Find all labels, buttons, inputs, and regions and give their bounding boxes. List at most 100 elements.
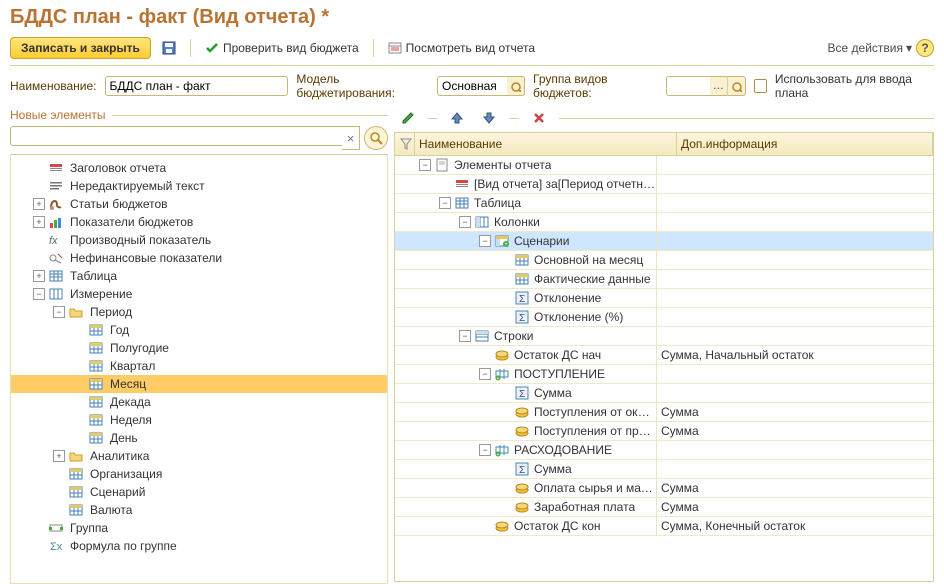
tree-item[interactable]: Валюта <box>11 501 387 519</box>
model-lookup-button[interactable] <box>507 76 525 96</box>
all-actions-menu[interactable]: Все действия ▾ <box>828 41 913 55</box>
expander[interactable]: − <box>459 216 471 228</box>
tree-item[interactable]: Сценарий <box>11 483 387 501</box>
tree-item-label: Валюта <box>88 503 132 517</box>
row-name: Поступления от оказа... <box>534 405 656 419</box>
tree-item[interactable]: День <box>11 429 387 447</box>
table-row[interactable]: −ПОСТУПЛЕНИЕ <box>395 365 933 384</box>
tree-item[interactable]: Декада <box>11 393 387 411</box>
delete-button[interactable] <box>525 108 553 128</box>
table-row[interactable]: Заработная платаСумма <box>395 498 933 517</box>
table-row[interactable]: Основной на месяц <box>395 251 933 270</box>
expander[interactable]: − <box>479 235 491 247</box>
check-budget-button[interactable]: Проверить вид бюджета <box>198 38 366 58</box>
tree-item[interactable]: Нередактируемый текст <box>11 177 387 195</box>
move-up-button[interactable] <box>443 108 471 128</box>
tree-item[interactable]: Год <box>11 321 387 339</box>
sigma-icon <box>514 309 530 325</box>
col-info-header[interactable]: Доп.информация <box>677 133 933 155</box>
model-input[interactable] <box>437 76 507 96</box>
table-row[interactable]: −Строки <box>395 327 933 346</box>
elements-tree[interactable]: Заголовок отчета Нередактируемый текст +Ст… <box>10 154 388 584</box>
clear-search-button[interactable]: × <box>342 126 360 150</box>
table-row[interactable]: Фактические данные <box>395 270 933 289</box>
expander[interactable]: + <box>53 450 65 462</box>
table-row[interactable]: Поступления от оказа...Сумма <box>395 403 933 422</box>
expander[interactable]: − <box>53 306 65 318</box>
expander[interactable]: − <box>419 159 431 171</box>
group-input[interactable] <box>666 76 710 96</box>
table-row[interactable]: Отклонение (%) <box>395 308 933 327</box>
tree-item[interactable]: +Аналитика <box>11 447 387 465</box>
tree-item[interactable]: +Таблица <box>11 267 387 285</box>
tree-item[interactable]: +Статьи бюджетов <box>11 195 387 213</box>
tree-item[interactable]: Заголовок отчета <box>11 159 387 177</box>
tree-item[interactable]: Полугодие <box>11 339 387 357</box>
save-button[interactable] <box>155 38 183 58</box>
tree-item[interactable]: +Показатели бюджетов <box>11 213 387 231</box>
use-for-input-checkbox[interactable] <box>754 79 767 93</box>
table-row[interactable]: Сумма <box>395 384 933 403</box>
model-combo[interactable] <box>437 76 525 96</box>
tree-item-label: Группа <box>68 521 108 535</box>
row-info: Сумма <box>657 498 933 516</box>
table-row[interactable]: −Таблица <box>395 194 933 213</box>
name-input[interactable] <box>105 76 289 96</box>
row-info <box>657 365 933 383</box>
group-lookup-button[interactable] <box>728 76 746 96</box>
row-name: Фактические данные <box>534 272 651 286</box>
tree-item[interactable]: Группа <box>11 519 387 537</box>
preview-icon <box>388 41 402 55</box>
magnifier-icon <box>510 81 521 92</box>
help-button[interactable]: ? <box>916 39 934 57</box>
x-icon <box>532 111 546 125</box>
tree-item-label: Нередактируемый текст <box>68 179 205 193</box>
expander[interactable]: − <box>439 197 451 209</box>
table-row[interactable]: Отклонение <box>395 289 933 308</box>
tree-item[interactable]: Производный показатель <box>11 231 387 249</box>
table-row[interactable]: −Элементы отчета <box>395 156 933 175</box>
cal-icon <box>68 484 84 500</box>
tree-item-label: Квартал <box>108 359 155 373</box>
tree-item[interactable]: Формула по группе <box>11 537 387 555</box>
table-row[interactable]: [Вид отчета] за[Период отчетности] <box>395 175 933 194</box>
table-row[interactable]: Оплата сырья и мате...Сумма <box>395 479 933 498</box>
table-row[interactable]: Сумма <box>395 460 933 479</box>
table-row[interactable]: Остаток ДС начСумма, Начальный остаток <box>395 346 933 365</box>
expander[interactable]: + <box>33 198 45 210</box>
expander[interactable]: − <box>459 330 471 342</box>
table-row[interactable]: −Сценарии <box>395 232 933 251</box>
tree-item[interactable]: Нефинансовые показатели <box>11 249 387 267</box>
rows-icon <box>474 328 490 344</box>
tree-item[interactable]: Неделя <box>11 411 387 429</box>
search-input[interactable] <box>10 126 342 146</box>
move-down-button[interactable] <box>475 108 503 128</box>
edit-button[interactable] <box>394 108 422 128</box>
tree-item[interactable]: Организация <box>11 465 387 483</box>
filter-column[interactable] <box>395 133 415 155</box>
expander[interactable]: + <box>33 270 45 282</box>
expander[interactable]: − <box>479 444 491 456</box>
table-row[interactable]: Поступления от прода...Сумма <box>395 422 933 441</box>
row-name: Остаток ДС кон <box>514 519 601 533</box>
expander[interactable]: − <box>33 288 45 300</box>
table-row[interactable]: −РАСХОДОВАНИЕ <box>395 441 933 460</box>
group-combo[interactable]: … <box>666 76 746 96</box>
row-info <box>657 289 933 307</box>
tree-item[interactable]: Квартал <box>11 357 387 375</box>
tree-item[interactable]: − Измерение <box>11 285 387 303</box>
table-row[interactable]: Остаток ДС конСумма, Конечный остаток <box>395 517 933 536</box>
expander[interactable]: − <box>479 368 491 380</box>
cal-icon <box>514 271 530 287</box>
structure-table[interactable]: Наименование Доп.информация −Элементы от… <box>394 132 934 582</box>
tree-item-label: Измерение <box>68 287 132 301</box>
save-close-button[interactable]: Записать и закрыть <box>10 37 151 59</box>
col-name-header[interactable]: Наименование <box>415 133 677 155</box>
expander[interactable]: + <box>33 216 45 228</box>
tree-item[interactable]: −Период <box>11 303 387 321</box>
tree-item[interactable]: Месяц <box>11 375 387 393</box>
table-row[interactable]: −Колонки <box>395 213 933 232</box>
search-button[interactable] <box>364 126 388 150</box>
group-select-button[interactable]: … <box>710 76 728 96</box>
preview-report-button[interactable]: Посмотреть вид отчета <box>381 38 542 58</box>
